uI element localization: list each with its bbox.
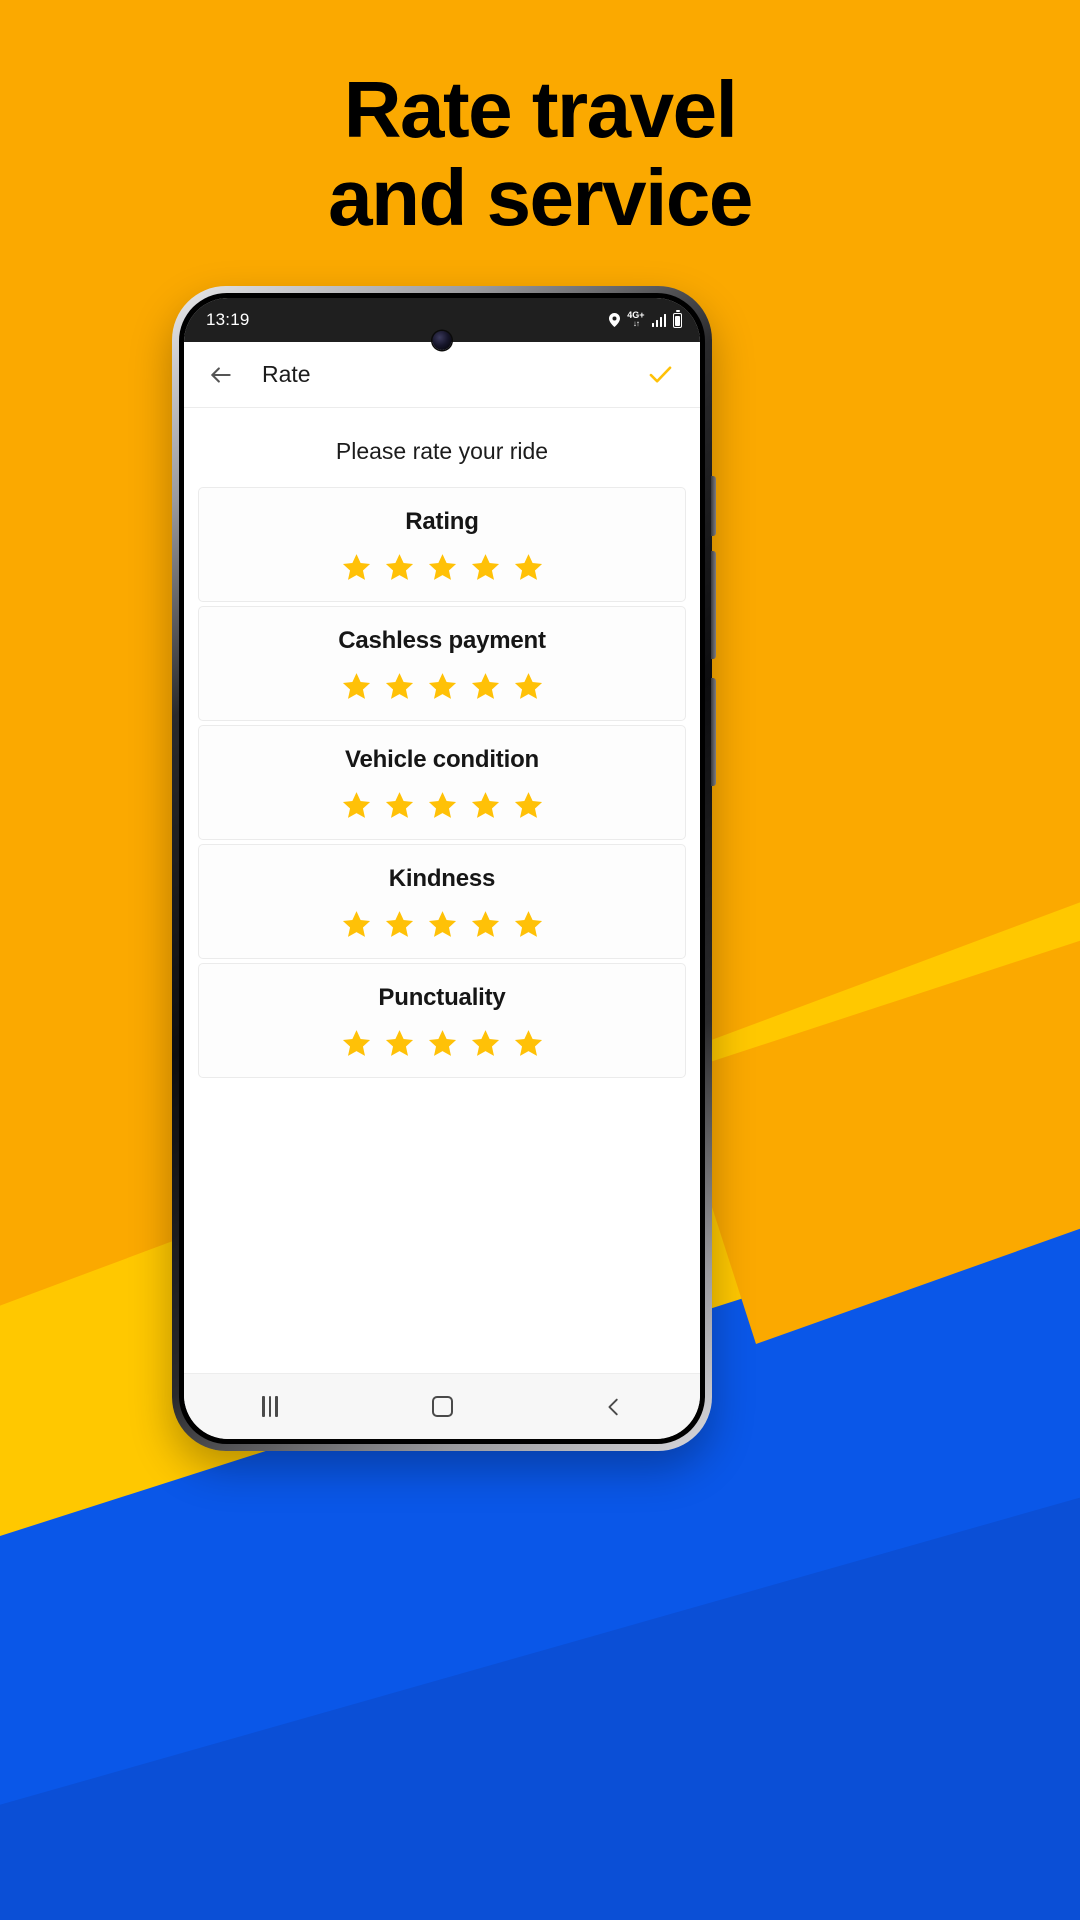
star-icon[interactable] (341, 1028, 372, 1059)
star-icon[interactable] (427, 790, 458, 821)
phone-volume-up-button (711, 551, 716, 659)
front-camera-punch-hole (432, 331, 452, 350)
rating-card-title: Punctuality (378, 984, 506, 1011)
network-type-label: 4G+ ↓↑ (627, 310, 644, 328)
home-icon[interactable] (407, 1384, 477, 1430)
star-rating-row[interactable] (199, 552, 685, 583)
star-icon[interactable] (513, 909, 544, 940)
check-icon[interactable] (642, 357, 678, 393)
rating-card-title: Vehicle condition (345, 746, 539, 773)
star-icon[interactable] (427, 1028, 458, 1059)
recents-glyph (262, 1396, 278, 1417)
star-icon[interactable] (513, 790, 544, 821)
back-chevron-icon[interactable] (579, 1384, 649, 1430)
star-icon[interactable] (513, 671, 544, 702)
arrow-left-icon[interactable] (204, 358, 238, 392)
star-icon[interactable] (427, 552, 458, 583)
star-icon[interactable] (384, 909, 415, 940)
rating-card: Vehicle condition (198, 725, 686, 840)
star-icon[interactable] (470, 909, 501, 940)
promo-headline: Rate travel and service (0, 66, 1080, 242)
status-icons: 4G+ ↓↑ (609, 310, 682, 329)
recents-icon[interactable] (235, 1384, 305, 1430)
star-icon[interactable] (513, 552, 544, 583)
app-toolbar: Rate (184, 342, 700, 408)
star-rating-row[interactable] (199, 671, 685, 702)
phone-side-button-top (711, 476, 716, 536)
home-glyph (431, 1396, 453, 1417)
signal-bars-icon (651, 313, 666, 327)
star-icon[interactable] (384, 552, 415, 583)
rating-card: Punctuality (198, 963, 686, 1078)
phone-screen: 13:19 4G+ ↓↑ Rate Please rate your ride … (184, 298, 700, 1439)
page-title: Rate (262, 361, 311, 387)
rating-card-title: Kindness (388, 865, 496, 892)
rating-cards-list: Rating Cashless payment Vehicle condition K… (184, 487, 700, 1082)
headline-line-2: and service (328, 153, 753, 242)
star-rating-row[interactable] (199, 909, 685, 940)
star-icon[interactable] (341, 552, 372, 583)
rating-card-title: Cashless payment (338, 627, 546, 654)
rating-card-title: Rating (405, 508, 479, 535)
star-icon[interactable] (341, 790, 372, 821)
star-icon[interactable] (384, 671, 415, 702)
star-icon[interactable] (470, 790, 501, 821)
rating-content: Please rate your ride Rating Cashless pay… (184, 408, 700, 1373)
phone-bezel: 13:19 4G+ ↓↑ Rate Please rate your ride … (179, 293, 705, 1444)
star-icon[interactable] (470, 671, 501, 702)
headline-line-1: Rate travel (343, 65, 738, 154)
star-icon[interactable] (513, 1028, 544, 1059)
network-data-arrows: ↓↑ (632, 318, 640, 328)
star-icon[interactable] (470, 552, 501, 583)
star-icon[interactable] (470, 1028, 501, 1059)
star-icon[interactable] (427, 671, 458, 702)
rating-card: Kindness (198, 844, 686, 959)
phone-mockup: 13:19 4G+ ↓↑ Rate Please rate your ride … (172, 286, 716, 1451)
location-pin-icon (609, 313, 621, 327)
rating-card: Rating (198, 487, 686, 602)
star-icon[interactable] (384, 790, 415, 821)
star-icon[interactable] (427, 909, 458, 940)
battery-icon (673, 310, 682, 328)
rating-prompt: Please rate your ride (335, 438, 549, 464)
star-icon[interactable] (341, 671, 372, 702)
rating-card: Cashless payment (198, 606, 686, 721)
star-rating-row[interactable] (199, 1028, 685, 1059)
system-navigation-bar (184, 1373, 700, 1439)
star-icon[interactable] (384, 1028, 415, 1059)
status-time: 13:19 (206, 310, 250, 329)
star-icon[interactable] (341, 909, 372, 940)
phone-volume-down-button (711, 678, 716, 786)
star-rating-row[interactable] (199, 790, 685, 821)
